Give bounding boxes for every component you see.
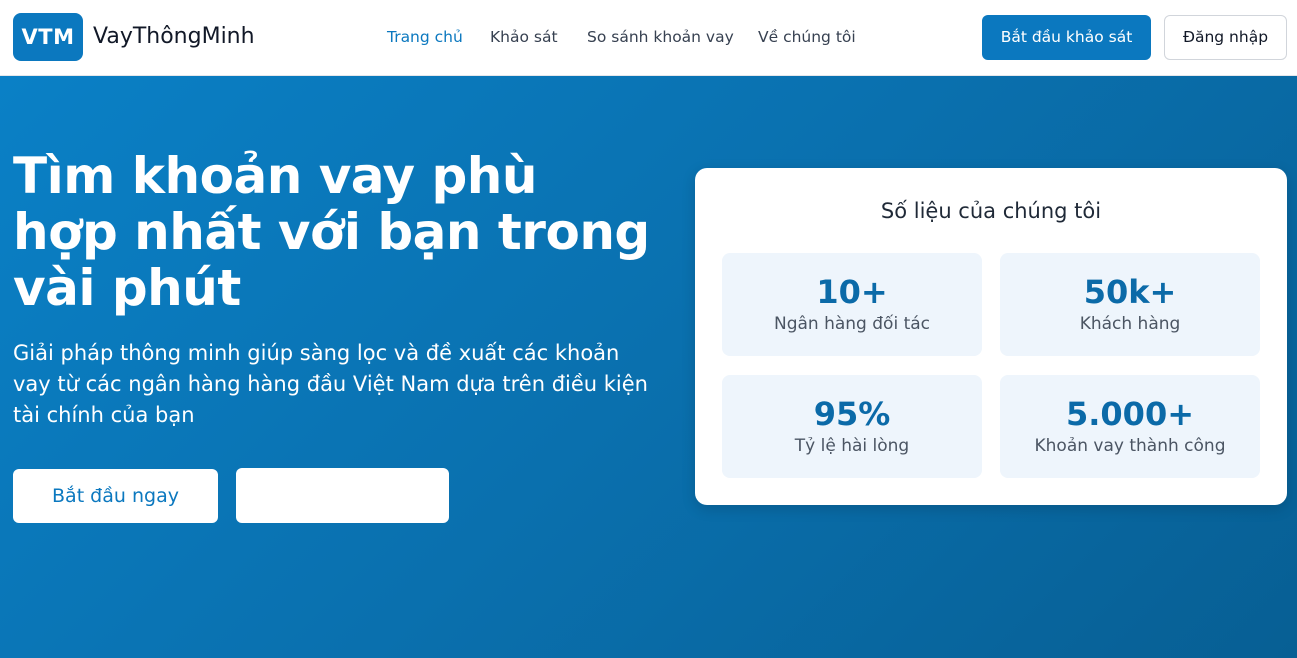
- hero-section: Tìm khoản vay phù hợp nhất với bạn trong…: [0, 76, 1297, 658]
- nav-item-survey[interactable]: Khảo sát: [490, 27, 558, 47]
- start-survey-button[interactable]: Bắt đầu khảo sát: [982, 15, 1151, 60]
- stat-value: 10+: [816, 273, 888, 311]
- stat-value: 5.000+: [1065, 395, 1195, 433]
- nav-item-about-us[interactable]: Về chúng tôi: [758, 27, 856, 47]
- stats-title: Số liệu của chúng tôi: [880, 199, 1102, 223]
- site-header: VTM VayThôngMinh Trang chủ Khảo sát So s…: [0, 0, 1297, 76]
- start-now-button[interactable]: Bắt đầu ngay: [13, 469, 218, 523]
- stats-card: Số liệu của chúng tôi 10+ Ngân hàng đối …: [695, 168, 1287, 505]
- stat-label: Ngân hàng đối tác: [773, 314, 930, 334]
- stat-value: 95%: [813, 395, 891, 433]
- stat-label: Khách hàng: [1079, 314, 1181, 334]
- hero-title: Tìm khoản vay phù hợp nhất với bạn trong…: [13, 147, 650, 317]
- stat-partner-banks: 10+ Ngân hàng đối tác: [722, 253, 982, 356]
- secondary-button[interactable]: [236, 468, 449, 523]
- nav-item-compare-loans[interactable]: So sánh khoản vay: [587, 27, 734, 47]
- stat-label: Tỷ lệ hài lòng: [794, 436, 910, 456]
- hero-subtitle: Giải pháp thông minh giúp sàng lọc và đề…: [13, 341, 648, 427]
- brand-name[interactable]: VayThôngMinh: [93, 22, 255, 52]
- login-button[interactable]: Đăng nhập: [1164, 15, 1287, 60]
- nav-item-home[interactable]: Trang chủ: [387, 27, 463, 47]
- stat-customers: 50k+ Khách hàng: [1000, 253, 1260, 356]
- stat-label: Khoản vay thành công: [1034, 436, 1226, 456]
- logo-badge[interactable]: VTM: [13, 13, 83, 61]
- stat-successful-loans: 5.000+ Khoản vay thành công: [1000, 375, 1260, 478]
- stat-satisfaction-rate: 95% Tỷ lệ hài lòng: [722, 375, 982, 478]
- stat-value: 50k+: [1083, 273, 1177, 311]
